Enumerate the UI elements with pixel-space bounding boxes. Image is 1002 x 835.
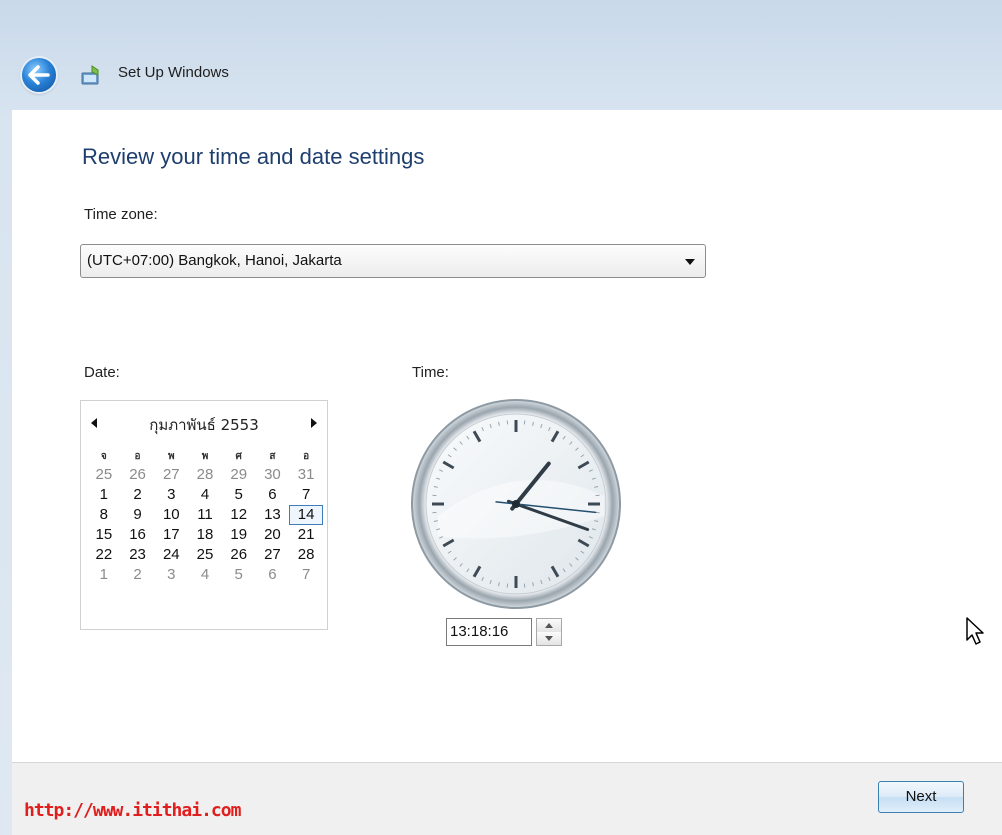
spin-up-button[interactable] — [537, 619, 561, 633]
calendar-day[interactable]: 27 — [256, 545, 290, 565]
analog-clock — [411, 399, 621, 609]
calendar-day[interactable]: 2 — [121, 485, 155, 505]
calendar-day[interactable]: 16 — [121, 525, 155, 545]
calendar-day[interactable]: 1 — [87, 565, 121, 585]
calendar: กุมภาพันธ์ 2553 จอพพศสอ 25 26 27 28 29 30 31 1 2 3… — [80, 400, 328, 630]
calendar-day[interactable]: 3 — [154, 565, 188, 585]
calendar-day[interactable]: 28 — [289, 545, 323, 565]
calendar-day[interactable]: 28 — [188, 465, 222, 485]
calendar-day[interactable]: 19 — [222, 525, 256, 545]
calendar-day[interactable]: 5 — [222, 485, 256, 505]
calendar-day[interactable]: 2 — [121, 565, 155, 585]
chevron-left-icon[interactable] — [91, 418, 97, 428]
time-zone-label: Time zone: — [84, 206, 158, 223]
calendar-day[interactable]: 3 — [154, 485, 188, 505]
calendar-day[interactable]: 8 — [87, 505, 121, 525]
weekday-header: จ — [100, 451, 107, 462]
calendar-header: กุมภาพันธ์ 2553 — [81, 413, 327, 435]
calendar-day[interactable]: 13 — [256, 505, 290, 525]
calendar-day[interactable]: 18 — [188, 525, 222, 545]
calendar-day[interactable]: 7 — [289, 485, 323, 505]
back-button[interactable] — [22, 58, 56, 92]
weekday-header: อ — [303, 451, 310, 462]
calendar-day-selected[interactable]: 14 — [289, 505, 323, 525]
calendar-day[interactable]: 21 — [289, 525, 323, 545]
dropdown-arrow-icon — [685, 259, 695, 265]
calendar-day[interactable]: 5 — [222, 565, 256, 585]
clock-center — [512, 500, 520, 508]
next-button[interactable]: Next — [878, 781, 964, 813]
window-frame: Set Up Windows Review your time and date… — [0, 0, 1002, 835]
calendar-day[interactable]: 23 — [121, 545, 155, 565]
calendar-day[interactable]: 20 — [256, 525, 290, 545]
time-field[interactable]: 13:18:16 — [446, 618, 532, 646]
calendar-day[interactable]: 15 — [87, 525, 121, 545]
setup-computer-icon — [81, 65, 99, 85]
spin-up-icon — [545, 623, 553, 628]
weekday-header: พ — [201, 451, 209, 462]
calendar-day[interactable]: 27 — [154, 465, 188, 485]
time-label: Time: — [412, 364, 449, 381]
watermark-url: http://www.itithai.com — [24, 800, 241, 821]
main-content: Review your time and date settings Time … — [12, 110, 1002, 762]
weekday-header: ศ — [235, 451, 242, 462]
calendar-day[interactable]: 29 — [222, 465, 256, 485]
calendar-day[interactable]: 22 — [87, 545, 121, 565]
calendar-day[interactable]: 10 — [154, 505, 188, 525]
mouse-cursor-icon — [966, 617, 984, 645]
calendar-day[interactable]: 1 — [87, 485, 121, 505]
title-bar: Set Up Windows — [0, 0, 1002, 120]
calendar-day[interactable]: 17 — [154, 525, 188, 545]
calendar-day[interactable]: 11 — [188, 505, 222, 525]
spin-down-icon — [545, 636, 553, 641]
weekday-header: พ — [167, 451, 175, 462]
weekday-header: อ — [134, 451, 141, 462]
calendar-day[interactable]: 7 — [289, 565, 323, 585]
calendar-day[interactable]: 6 — [256, 565, 290, 585]
calendar-day[interactable]: 4 — [188, 565, 222, 585]
back-arrow-icon — [28, 65, 50, 85]
calendar-day[interactable]: 6 — [256, 485, 290, 505]
page-title: Review your time and date settings — [82, 144, 425, 169]
calendar-month-label[interactable]: กุมภาพันธ์ 2553 — [121, 413, 287, 437]
date-label: Date: — [84, 364, 120, 381]
calendar-day[interactable]: 26 — [222, 545, 256, 565]
time-spinner — [536, 618, 562, 646]
calendar-day[interactable]: 9 — [121, 505, 155, 525]
calendar-day[interactable]: 25 — [87, 465, 121, 485]
calendar-day[interactable]: 24 — [154, 545, 188, 565]
chevron-right-icon[interactable] — [311, 418, 317, 428]
spin-down-button[interactable] — [537, 632, 561, 645]
calendar-day[interactable]: 26 — [121, 465, 155, 485]
time-zone-value: (UTC+07:00) Bangkok, Hanoi, Jakarta — [87, 252, 342, 269]
weekday-header: ส — [269, 451, 276, 462]
calendar-day[interactable]: 25 — [188, 545, 222, 565]
calendar-day[interactable]: 4 — [188, 485, 222, 505]
calendar-day[interactable]: 30 — [256, 465, 290, 485]
window-title: Set Up Windows — [118, 64, 229, 81]
time-zone-dropdown[interactable]: (UTC+07:00) Bangkok, Hanoi, Jakarta — [80, 244, 706, 278]
calendar-grid: จอพพศสอ 25 26 27 28 29 30 31 1 2 3 4 5 6 7 8 9 10 11 12 13 14… — [87, 449, 323, 585]
calendar-day[interactable]: 31 — [289, 465, 323, 485]
footer-bar: Next — [12, 762, 1002, 835]
calendar-day[interactable]: 12 — [222, 505, 256, 525]
